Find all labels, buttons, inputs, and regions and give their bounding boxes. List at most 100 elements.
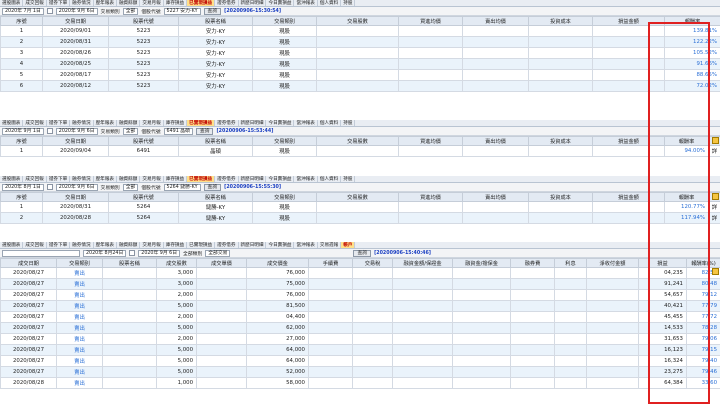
column-header[interactable]: 賣出均價 [462, 192, 529, 202]
tab[interactable]: 選股圖表 [0, 176, 24, 182]
tab[interactable]: 融券情況 [70, 0, 94, 6]
tab[interactable]: 證券借券 [215, 120, 239, 126]
date-to-picker[interactable]: 2020年 9月 6日 [55, 7, 98, 15]
calendar-icon[interactable] [46, 8, 53, 14]
table-row[interactable]: 6 2020/08/12 5223 安力-KY 現股 72.02% [0, 80, 720, 92]
column-header[interactable]: 交易類別 [252, 192, 317, 202]
tab[interactable]: 成交回報 [23, 176, 47, 182]
table-row[interactable]: 2020/08/27 賣出 2,000 76,000 54,657 79.12 [0, 289, 720, 301]
account-select[interactable] [2, 249, 80, 257]
column-header[interactable]: 報酬率 [664, 192, 709, 202]
export-icon[interactable] [712, 137, 719, 144]
column-header[interactable]: 交易日期 [42, 192, 109, 202]
column-header[interactable]: 買進均價 [398, 136, 463, 146]
tab[interactable]: 庫存損益 [164, 176, 188, 182]
tab[interactable]: 個人資料 [318, 0, 342, 6]
export-icon[interactable] [712, 193, 719, 200]
tab[interactable]: 個人資料 [318, 120, 342, 126]
tab[interactable]: 庫存損益 [164, 242, 188, 248]
tab[interactable]: 選股圖表 [0, 0, 24, 6]
column-header[interactable]: 成交股數 [156, 258, 197, 268]
table-row[interactable]: 2020/08/27 賣出 5,000 52,000 23,275 79.46 [0, 366, 720, 378]
type-select[interactable]: 全部 [122, 127, 139, 135]
column-header[interactable]: 融資金額/保證金 [392, 258, 453, 268]
tab[interactable]: 交易月報 [140, 120, 164, 126]
column-header[interactable]: 報酬率(%) [686, 258, 720, 268]
table-row[interactable]: 1 2020/08/31 5264 鐽勝-KY 現股 120.77% 詳 [0, 201, 720, 213]
table-row[interactable]: 2020/08/27 賣出 2,000 04,400 45,455 77.72 [0, 311, 720, 323]
tab[interactable]: 當沖報表 [294, 242, 318, 248]
stock-input[interactable]: 5264 鐽勝-KY [163, 183, 201, 191]
stock-input[interactable]: 5227 安力-KY [163, 7, 201, 15]
query-button[interactable]: 查詢 [203, 7, 222, 15]
tab[interactable]: 今日賣損益 [266, 176, 295, 182]
column-header[interactable]: 買進均價 [398, 192, 463, 202]
column-header[interactable]: 損益 [638, 258, 687, 268]
column-header[interactable]: 投資成本 [528, 192, 593, 202]
type-select[interactable]: 全部交易 [205, 249, 231, 257]
table-row[interactable]: 5 2020/08/17 5223 安力-KY 現股 88.65% [0, 69, 720, 81]
column-header[interactable]: 交易日期 [42, 16, 109, 26]
date-from-picker[interactable]: 2020年 7月 1日 [2, 7, 44, 15]
column-header[interactable]: 股票名稱 [178, 192, 253, 202]
tab[interactable]: 當沖報表 [294, 176, 318, 182]
date-from-picker[interactable]: 2020年 9月 1日 [2, 127, 44, 135]
tab[interactable]: 證券借券 [215, 242, 239, 248]
tab[interactable]: 持股 [341, 120, 356, 126]
column-header[interactable]: 股票代號 [108, 136, 179, 146]
column-header[interactable]: 賣出均價 [462, 136, 529, 146]
tab[interactable]: 融券情況 [70, 120, 94, 126]
tab[interactable]: 融資餘額 [117, 176, 141, 182]
tab[interactable]: 當沖報表 [294, 0, 318, 6]
table-row[interactable]: 2020/08/27 賣出 3,000 75,000 91,241 80.48 [0, 278, 720, 290]
tab[interactable]: 歷年報表 [94, 120, 117, 126]
column-header[interactable]: 股票名稱 [178, 136, 253, 146]
tab[interactable]: 已實現損益 [187, 242, 216, 248]
column-header[interactable]: 報酬率 [664, 136, 709, 146]
table-row[interactable]: 1 2020/09/01 5223 安力-KY 現股 139.81% [0, 25, 720, 37]
column-header[interactable]: 損益金額 [592, 136, 665, 146]
table-row[interactable]: 2020/08/27 賣出 2,000 27,000 31,653 79.06 [0, 333, 720, 345]
tab[interactable]: 成交回報 [23, 0, 47, 6]
tab[interactable]: 已實現損益 [187, 0, 216, 6]
tab[interactable]: 融資餘額 [117, 0, 141, 6]
tab[interactable]: 持股 [341, 176, 356, 182]
column-header[interactable]: 成交日期 [0, 258, 57, 268]
tab[interactable]: 交易週報 [318, 242, 342, 248]
table-row[interactable]: 3 2020/08/26 5223 安力-KY 現股 105.52% [0, 47, 720, 59]
column-header[interactable]: 融資金/擔保金 [452, 258, 511, 268]
column-header[interactable]: 交易股數 [316, 16, 399, 26]
table-row[interactable]: 2020/08/27 賣出 5,000 64,000 16,123 79.15 [0, 344, 720, 356]
tab[interactable]: 庫存損益 [164, 120, 188, 126]
column-header[interactable]: 股票代號 [108, 192, 179, 202]
column-header[interactable]: 融券費 [510, 258, 555, 268]
table-row[interactable]: 2020/08/27 賣出 5,000 64,000 16,324 79.40 [0, 355, 720, 367]
tab[interactable]: 證券下單 [47, 0, 71, 6]
tab[interactable]: 融資餘額 [117, 120, 141, 126]
tab[interactable]: 成交回報 [23, 242, 47, 248]
column-header[interactable]: 交易類別 [56, 258, 103, 268]
tab[interactable]: 個人資料 [318, 176, 342, 182]
tab[interactable]: 新歷日明細 [239, 176, 267, 182]
column-header[interactable]: 股票代號 [108, 16, 179, 26]
tab[interactable]: 證券借券 [215, 0, 239, 6]
tab[interactable]: 融資餘額 [117, 242, 141, 248]
tab[interactable]: 證券下單 [47, 120, 71, 126]
column-header[interactable]: 淨收付金額 [586, 258, 639, 268]
tab[interactable]: 融券情況 [70, 176, 94, 182]
column-header[interactable]: 交易日期 [42, 136, 109, 146]
tab[interactable]: 證券下單 [47, 176, 71, 182]
tab[interactable]: 今日賣損益 [266, 120, 295, 126]
type-select[interactable]: 全部 [122, 7, 139, 15]
tab[interactable]: 持股 [341, 0, 356, 6]
table-row[interactable]: 1 2020/09/04 6491 晶碩 現股 94.00% 詳 [0, 145, 720, 157]
column-header[interactable]: 交易股數 [316, 136, 399, 146]
tab[interactable]: 新歷日明細 [239, 120, 267, 126]
tab[interactable]: 證券借券 [215, 176, 239, 182]
tab[interactable]: 選股圖表 [0, 242, 24, 248]
column-header[interactable]: 交易類別 [252, 16, 317, 26]
column-header[interactable]: 手續費 [308, 258, 353, 268]
column-header[interactable]: 賣出均價 [462, 16, 529, 26]
tab[interactable]: 歷年報表 [94, 0, 117, 6]
column-header[interactable]: 交易類別 [252, 136, 317, 146]
